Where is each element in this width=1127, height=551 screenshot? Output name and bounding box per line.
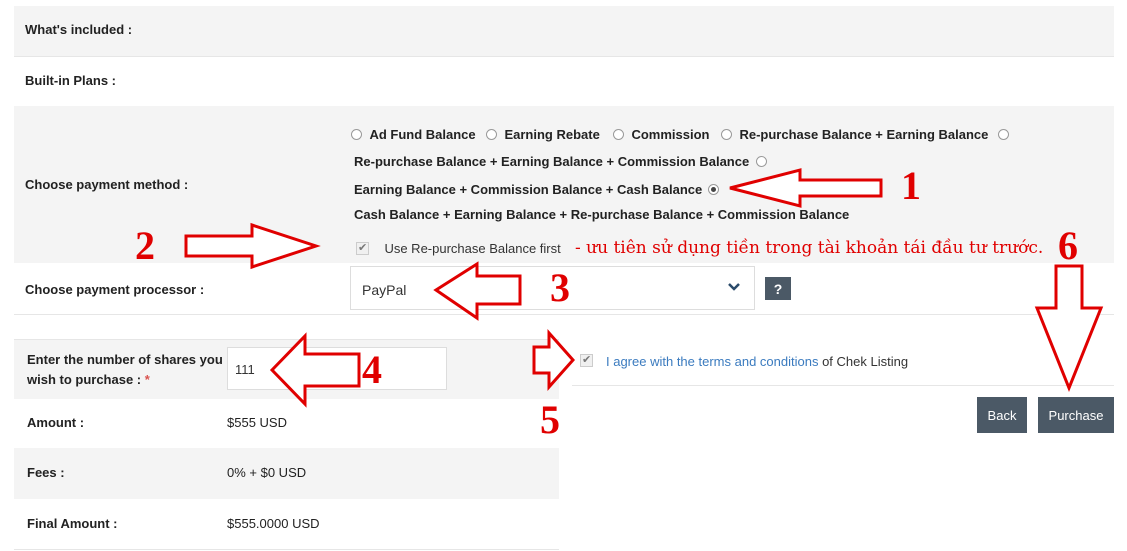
- fees-value: 0% + $0 USD: [227, 465, 307, 480]
- amount-row: Amount : $555 USD: [14, 399, 559, 448]
- radio-repurchase-earning-commission[interactable]: [998, 129, 1009, 140]
- back-button[interactable]: Back: [977, 397, 1027, 433]
- payment-option-label: Earning Rebate: [504, 127, 600, 142]
- help-button[interactable]: ?: [765, 277, 791, 300]
- shares-label-text: Enter the number of shares you wish to p…: [27, 352, 223, 387]
- repurchase-first-checkbox[interactable]: [356, 241, 369, 255]
- radio-earning-rebate[interactable]: [486, 129, 497, 140]
- radio-ad-fund[interactable]: [351, 129, 362, 140]
- row-built-in-plans: Built-in Plans :: [14, 56, 1114, 106]
- chevron-down-icon: [727, 279, 741, 297]
- radio-repurchase-earning[interactable]: [721, 129, 732, 140]
- radio-cash-earning-repurchase-commission-wrap[interactable]: [708, 181, 719, 199]
- step-number-4: 4: [362, 347, 382, 392]
- repurchase-first-option[interactable]: Use Re-purchase Balance first: [356, 240, 561, 258]
- shares-value: 111: [235, 362, 255, 377]
- payment-option-label: Commission: [631, 127, 710, 142]
- required-mark: *: [144, 372, 150, 387]
- payment-option-label: Earning Balance + Commission Balance + C…: [354, 182, 703, 197]
- terms-row: I agree with the terms and conditions of…: [572, 337, 1114, 386]
- step-number-5: 5: [540, 397, 560, 442]
- fees-label: Fees :: [27, 465, 65, 480]
- payment-option-ad-fund[interactable]: Ad Fund Balance: [351, 126, 476, 144]
- radio-earning-commission-cash-wrap[interactable]: [756, 153, 767, 171]
- step-number-3: 3: [550, 265, 570, 310]
- terms-suffix: of Chek Listing: [818, 354, 909, 369]
- final-amount-value: $555.0000 USD: [227, 516, 320, 531]
- purchase-button[interactable]: Purchase: [1038, 397, 1114, 433]
- payment-option-repurchase-earning-commission[interactable]: [998, 126, 1009, 144]
- shares-input[interactable]: 111: [227, 347, 447, 390]
- built-in-plans-label: Built-in Plans :: [25, 73, 116, 88]
- fees-row: Fees : 0% + $0 USD: [14, 448, 559, 499]
- amount-label: Amount :: [27, 415, 85, 430]
- repurchase-first-label: Use Re-purchase Balance first: [384, 241, 561, 256]
- payment-option-label: Re-purchase Balance + Earning Balance: [739, 127, 989, 142]
- payment-method-label: Choose payment method :: [25, 177, 189, 192]
- payment-processor-label: Choose payment processor :: [25, 282, 205, 297]
- payment-option-label: Ad Fund Balance: [369, 127, 476, 142]
- row-whats-included: What's included :: [14, 6, 1114, 56]
- payment-option-label: Re-purchase Balance + Earning Balance + …: [354, 154, 750, 169]
- terms-text: I agree with the terms and conditions of…: [606, 354, 908, 369]
- processor-value: PayPal: [362, 282, 407, 298]
- whats-included-label: What's included :: [25, 22, 133, 37]
- shares-label: Enter the number of shares you wish to p…: [27, 350, 232, 390]
- payment-option-commission[interactable]: Commission: [613, 126, 709, 144]
- final-amount-label: Final Amount :: [27, 516, 118, 531]
- radio-earning-commission-cash[interactable]: [756, 156, 767, 167]
- step-number-2: 2: [135, 223, 155, 268]
- step-number-1: 1: [901, 163, 921, 208]
- final-amount-row: Final Amount : $555.0000 USD: [14, 499, 559, 550]
- terms-link[interactable]: I agree with the terms and conditions: [606, 354, 818, 369]
- payment-option-earning-rebate[interactable]: Earning Rebate: [486, 126, 600, 144]
- terms-checkbox[interactable]: [580, 353, 593, 367]
- annotation-note: - ưu tiên sử dụng tiền trong tài khoản t…: [575, 238, 1044, 258]
- step-number-6: 6: [1058, 223, 1078, 268]
- payment-option-label: Cash Balance + Earning Balance + Re-purc…: [354, 207, 850, 222]
- payment-option-repurchase-earning[interactable]: Re-purchase Balance + Earning Balance: [721, 126, 988, 144]
- amount-value: $555 USD: [227, 415, 287, 430]
- radio-commission[interactable]: [613, 129, 624, 140]
- radio-cash-earning-repurchase-commission[interactable]: [708, 184, 719, 195]
